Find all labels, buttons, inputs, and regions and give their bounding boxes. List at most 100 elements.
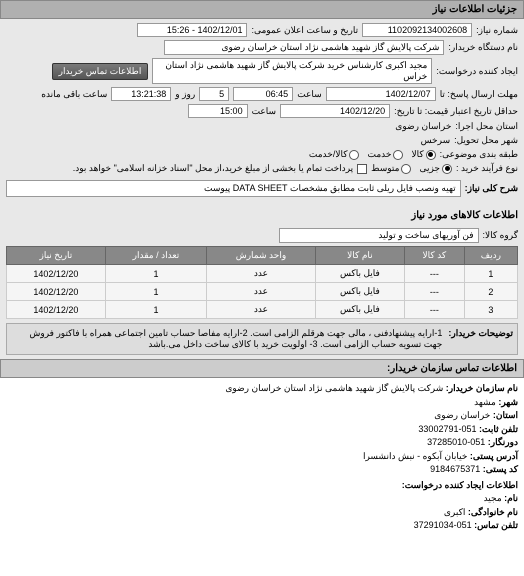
province-value: خراسان رضوی	[434, 410, 490, 420]
cell-code: ---	[405, 265, 465, 283]
cell-row: 1	[464, 265, 517, 283]
group-label: گروه کالا:	[483, 230, 518, 241]
cell-date: 1402/12/20	[7, 301, 106, 319]
buyer-contact-button[interactable]: اطلاعات تماس خریدار	[52, 63, 149, 80]
zip-label: کد پستی:	[483, 464, 518, 474]
need-desc-label: شرح کلی نیاز:	[465, 183, 518, 194]
pub-time-label: تاریخ و ساعت اعلان عمومی:	[251, 25, 358, 36]
radio-dot-icon	[426, 150, 436, 160]
remain-label: ساعت باقی مانده	[41, 89, 107, 100]
radio-goods[interactable]: کالا	[411, 149, 435, 160]
req-no-value: 1102092134002608	[362, 23, 472, 37]
buyer-org-label: نام دستگاه خریدار:	[448, 42, 518, 53]
pub-time-value: 1402/12/01 - 15:26	[137, 23, 247, 37]
delivery-city-value: سرخس	[421, 135, 451, 146]
deadline-reply-label: مهلت ارسال پاسخ: تا	[440, 89, 518, 100]
zip-value: 9184675371	[430, 464, 480, 474]
items-table: ردیف کد کالا نام کالا واحد شمارش تعداد /…	[6, 246, 518, 319]
radio-service-label: خدمت	[367, 149, 391, 160]
cell-date: 1402/12/20	[7, 283, 106, 301]
radio-minor-label: جزیی	[419, 163, 440, 174]
fax-label: دورنگار:	[488, 437, 518, 447]
need-desc-value: تهیه ونصب فایل ریلی ثابت مطابق مشخصات DA…	[6, 180, 461, 197]
th-qty: تعداد / مقدار	[105, 247, 206, 265]
buyer-note-label: توضیحات خریدار:	[448, 328, 513, 350]
radio-service[interactable]: خدمت	[367, 149, 403, 160]
cell-qty: 1	[105, 265, 206, 283]
buyer-note-box: توضیحات خریدار: 1-ارایه پیشنهادفنی ، مال…	[6, 323, 518, 355]
th-row: ردیف	[464, 247, 517, 265]
radio-goods-label: کالا	[411, 149, 423, 160]
radio-dot-icon	[401, 164, 411, 174]
cell-qty: 1	[105, 283, 206, 301]
page-title: جزئیات اطلاعات نیاز	[0, 0, 524, 19]
process-note: پرداخت تمام یا بخشی از مبلغ خرید،از محل …	[73, 163, 353, 174]
radio-dot-icon	[393, 150, 403, 160]
fax-value: 051-37285010	[427, 437, 485, 447]
remain-value: 13:21:38	[111, 87, 171, 101]
items-section-title: اطلاعات کالاهای مورد نیاز	[0, 204, 524, 224]
cell-name: فایل باکس	[315, 283, 404, 301]
city-label: شهر:	[498, 397, 518, 407]
cell-unit: عدد	[207, 301, 316, 319]
buyer-org-value: شرکت پالایش گاز شهید هاشمی نژاد استان خر…	[164, 40, 444, 55]
req-no-label: شماره نیاز:	[476, 25, 518, 36]
exec-province-label: استان محل اجرا:	[455, 121, 518, 132]
cell-unit: عدد	[207, 283, 316, 301]
cell-row: 3	[464, 301, 517, 319]
buyer-note-text: 1-ارایه پیشنهادفنی ، مالی جهت هرقلم الزا…	[11, 328, 442, 350]
valid-price-date: 1402/12/20	[280, 104, 390, 118]
radio-medium[interactable]: متوسط	[371, 163, 411, 174]
group-value: فن آوریهای ساخت و تولید	[279, 228, 479, 243]
table-row: 2 --- فایل باکس عدد 1 1402/12/20	[7, 283, 518, 301]
tel-value: 051-37291034	[414, 520, 472, 530]
tel-label: تلفن تماس:	[474, 520, 518, 530]
city-value: مشهد	[474, 397, 496, 407]
th-unit: واحد شمارش	[207, 247, 316, 265]
cell-row: 2	[464, 283, 517, 301]
radio-dot-icon	[349, 150, 359, 160]
family-label: نام خانوادگی:	[468, 507, 518, 517]
time-label-2: ساعت	[252, 106, 277, 117]
cell-code: ---	[405, 283, 465, 301]
radio-minor[interactable]: جزیی	[419, 163, 452, 174]
cell-qty: 1	[105, 301, 206, 319]
addr-label: آدرس پستی:	[470, 451, 518, 461]
days-label: روز و	[175, 89, 195, 100]
budget-radio-group: کالا خدمت کالا/خدمت	[309, 149, 436, 160]
th-code: کد کالا	[405, 247, 465, 265]
process-type-label: نوع فرآیند خرید :	[456, 163, 518, 174]
org-label: نام سازمان خریدار:	[446, 383, 518, 393]
province-label: استان:	[493, 410, 518, 420]
family-value: اکبری	[444, 507, 466, 517]
budget-class-label: طبقه بندی موضوعی:	[440, 149, 518, 160]
org-value: شرکت پالایش گاز شهید هاشمی نژاد استان خر…	[225, 383, 443, 393]
table-row: 3 --- فایل باکس عدد 1 1402/12/20	[7, 301, 518, 319]
phone-value: 051-33002791	[418, 424, 476, 434]
radio-dot-icon	[442, 164, 452, 174]
contact-section-title: اطلاعات تماس سازمان خریدار:	[0, 359, 524, 378]
cell-date: 1402/12/20	[7, 265, 106, 283]
contact-block: نام سازمان خریدار: شرکت پالایش گاز شهید …	[0, 378, 524, 537]
th-date: تاریخ نیاز	[7, 247, 106, 265]
name-label: نام:	[504, 493, 518, 503]
cell-name: فایل باکس	[315, 265, 404, 283]
valid-price-time: 15:00	[188, 104, 248, 118]
treasury-checkbox[interactable]	[357, 164, 367, 174]
addr-value: خیابان آبکوه - نبش دانشسرا	[363, 451, 467, 461]
exec-province-value: خراسان رضوی	[395, 121, 451, 132]
radio-both-label: کالا/خدمت	[309, 149, 348, 160]
creator-value: مجید اکبری کارشناس خرید شرکت پالایش گاز …	[152, 58, 432, 84]
th-name: نام کالا	[315, 247, 404, 265]
name-value: مجید	[484, 493, 502, 503]
radio-medium-label: متوسط	[371, 163, 399, 174]
deadline-reply-time: 06:45	[233, 87, 293, 101]
phone-label: تلفن ثابت:	[479, 424, 518, 434]
table-row: 1 --- فایل باکس عدد 1 1402/12/20	[7, 265, 518, 283]
cell-code: ---	[405, 301, 465, 319]
creator-contact-title: اطلاعات ایجاد کننده درخواست:	[6, 479, 518, 493]
time-label-1: ساعت	[297, 89, 322, 100]
radio-both[interactable]: کالا/خدمت	[309, 149, 360, 160]
cell-unit: عدد	[207, 265, 316, 283]
valid-price-label: حداقل تاریخ اعتبار قیمت: تا تاریخ:	[394, 106, 518, 117]
